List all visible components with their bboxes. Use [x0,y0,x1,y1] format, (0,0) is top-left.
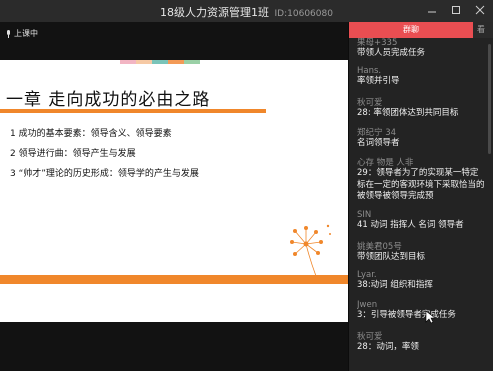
chat-message: Lyar. 38:动词 组织和指挥 [357,270,493,292]
slide-colorbar-segment [120,60,136,64]
slide-bullet: 1 成功的基本要素：领导含义、领导要素 [10,129,172,139]
stage-bottom [0,322,348,371]
minimize-icon [428,11,436,13]
maximize-icon [452,6,460,14]
chat-tabs: 群聊 看 [349,22,493,38]
close-icon [475,5,485,15]
class-status: 上课中 [6,28,38,39]
microphone-icon [7,29,10,38]
presentation-area: 上课中 一章 走向成功的必由之路 1 成功的基本要素：领导含义、领导要素 2 领… [0,22,348,371]
slide-colorbar-segment [136,60,152,64]
sender-name: 秋可爱 [357,98,383,108]
slide-title: 一章 走向成功的必由之路 [6,90,211,110]
sender-name: SIN [357,210,372,220]
sender-name: 秋可爱 [357,332,383,342]
sender-name: 姚美君05号 [357,242,402,252]
class-name: 18级人力资源管理1班 [160,6,270,19]
close-button[interactable] [473,3,487,17]
message-text: 38:动词 组织和指挥 [357,280,433,290]
slide-bullet: 3 “帅才”理论的历史形成：领导学的产生与发展 [10,169,199,179]
sender-name: Jwen [357,300,378,310]
sender-name: 果母+335 [357,38,398,48]
slide-colorbar-segment [152,60,168,64]
message-text: 被领导被领导完成预 [357,191,434,201]
sender-name: 心存 物是 人非 [357,158,414,168]
dandelion-illustration [290,224,331,277]
message-text: 41 动词 指挥人 名词 领导者 [357,220,464,230]
sender-name: Lyar. [357,270,377,280]
minimize-button[interactable] [425,3,439,17]
maximize-button[interactable] [449,3,463,17]
slide-footer-bar [0,275,348,284]
window-controls [425,3,487,17]
sender-name: 郑纪宁 34 [357,128,397,138]
chat-message: 心存 物是 人非 29：领导者为了的实现某一特定 标在一定的客观环境下采取恰当的… [357,156,493,203]
message-text: 29：领导者为了的实现某一特定 [357,168,479,178]
chat-scrollbar[interactable] [488,44,491,154]
mouse-cursor-icon [425,310,435,324]
chat-message: Hans. 率领并引导 [357,66,493,88]
message-text: 28：动词，率领 [357,342,419,352]
slide-colorbar-segment [168,60,184,64]
room-id: ID:10606080 [274,9,333,19]
message-text: 带领人员完成任务 [357,48,426,58]
window-title: 18级人力资源管理1班 ID:10606080 [0,4,493,20]
message-text: 率领并引导 [357,76,400,86]
slide-colorbar-segment [184,60,200,64]
chat-message: 秋可爱 28: 率领团体达到共同目标 [357,96,493,120]
chat-message: 果母+335 带领人员完成任务 [357,38,493,60]
slide-bullet: 2 领导进行曲：领导产生与发展 [10,149,136,159]
message-text: 标在一定的客观环境下采取恰当的 [357,179,485,190]
title-underline [0,109,266,113]
tab-other[interactable]: 看 [477,22,485,38]
message-text: 28: 率领团体达到共同目标 [357,108,459,118]
message-text: 名词领导者 [357,138,400,148]
chat-message: 姚美君05号 带领团队达到目标 [357,240,493,264]
chat-message: SIN 41 动词 指挥人 名词 领导者 [357,210,493,232]
chat-message: 秋可爱 28：动词，率领 [357,330,493,354]
message-text: 带领团队达到目标 [357,252,426,262]
sender-name: Hans. [357,66,382,76]
title-bar: 18级人力资源管理1班 ID:10606080 [0,0,493,23]
tab-group-chat[interactable]: 群聊 [349,22,473,38]
slide: 一章 走向成功的必由之路 1 成功的基本要素：领导含义、领导要素 2 领导进行曲… [0,60,348,322]
chat-panel: 群聊 看 果母+335 带领人员完成任务 Hans. 率领并引导 秋可爱 28:… [348,22,493,371]
chat-message: 郑纪宁 34 名词领导者 [357,126,493,150]
status-label: 上课中 [14,29,38,38]
